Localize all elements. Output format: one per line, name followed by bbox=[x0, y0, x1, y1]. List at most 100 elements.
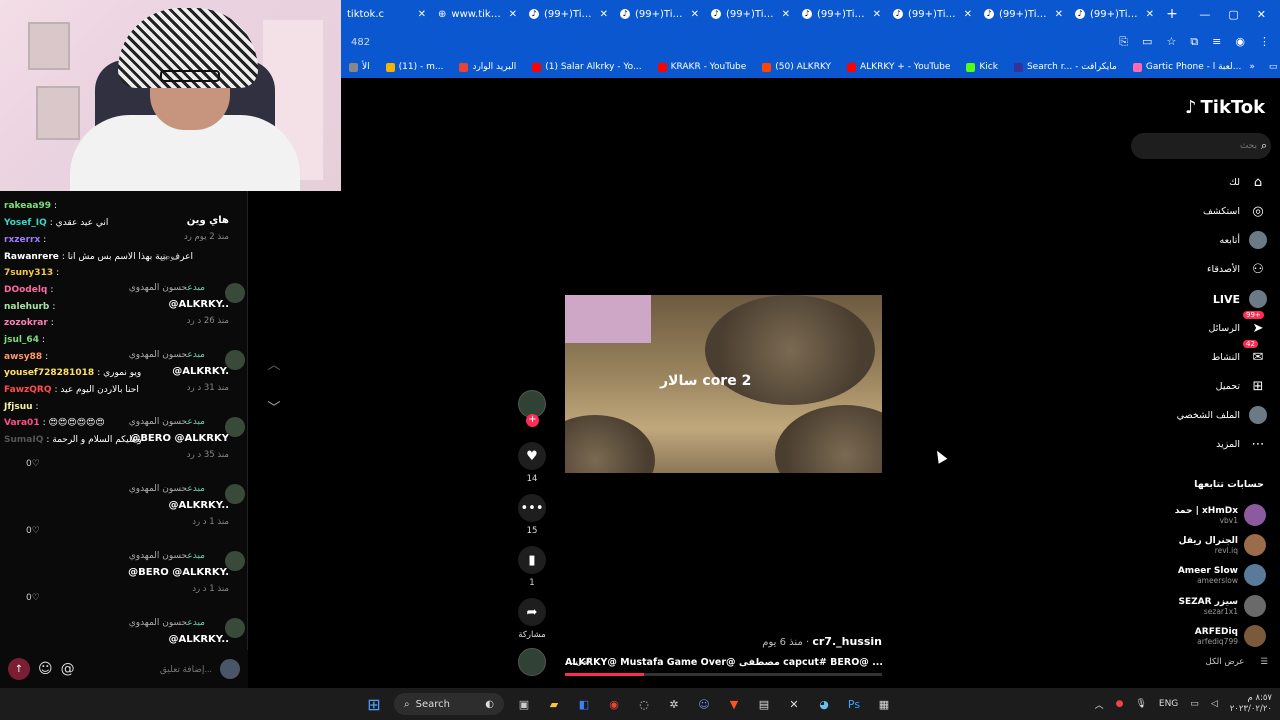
chrome-icon[interactable]: ◉ bbox=[604, 694, 624, 714]
comment-button[interactable]: ••• 15 bbox=[518, 494, 546, 536]
microphone-icon[interactable]: 🎙 bbox=[1135, 699, 1146, 709]
chat-username[interactable]: rxzerrx bbox=[4, 235, 40, 245]
photoshop-icon[interactable]: Ps bbox=[844, 694, 864, 714]
bookmark-item[interactable]: الأ bbox=[341, 62, 378, 72]
sidebar-item[interactable]: أتابعه bbox=[1150, 229, 1268, 251]
comment-likes[interactable]: 0♡ bbox=[26, 459, 40, 469]
comment-avatar[interactable] bbox=[225, 618, 245, 638]
chat-username[interactable]: nalehurb bbox=[4, 302, 49, 312]
comment-author[interactable]: حسون المهدوي bbox=[129, 417, 188, 427]
chat-username[interactable]: Yosef_IQ bbox=[4, 218, 47, 228]
new-tab-button[interactable]: + bbox=[1160, 6, 1184, 22]
brave-icon[interactable]: ▼ bbox=[724, 694, 744, 714]
share-button[interactable]: ➦ مشاركة bbox=[518, 598, 546, 640]
see-all-link[interactable]: عرض الكل ☰ bbox=[1150, 657, 1268, 667]
like-button[interactable]: ♥ 14 bbox=[518, 442, 546, 484]
sidebar-item[interactable]: الملف الشخصي bbox=[1150, 404, 1268, 426]
browser-tab[interactable]: tiktok.c ✕ bbox=[341, 0, 432, 28]
minimize-icon[interactable]: — bbox=[1199, 8, 1210, 21]
browser-tab[interactable]: ♪ (99+)TikTok ✕ bbox=[614, 0, 705, 28]
sidebar-item[interactable]: استكشف ◎ bbox=[1150, 200, 1268, 222]
comment-author[interactable]: حسون المهدوي bbox=[129, 484, 188, 494]
sidebar-item[interactable]: النشاط ✉ 42 bbox=[1150, 340, 1268, 368]
comment-meta[interactable]: منذ 2 يوم رد bbox=[184, 232, 229, 242]
browser-tab[interactable]: ⊕ www.tiktok.c ✕ bbox=[432, 0, 523, 28]
close-window-icon[interactable]: ✕ bbox=[1257, 8, 1266, 21]
translate-icon[interactable]: ⎘ bbox=[1119, 35, 1128, 49]
follow-plus-icon[interactable]: + bbox=[526, 414, 539, 427]
search-box[interactable]: ⌕ bbox=[1131, 133, 1271, 159]
store-icon[interactable]: ◧ bbox=[574, 694, 594, 714]
file-explorer-icon[interactable]: ▰ bbox=[544, 694, 564, 714]
media-icon[interactable]: ≡ bbox=[1212, 35, 1221, 49]
comment-author[interactable]: حسون المهدوي bbox=[129, 551, 188, 561]
bookmark-item[interactable]: (11) - m... bbox=[378, 62, 452, 72]
comment-likes[interactable]: 0♡ bbox=[26, 526, 40, 536]
bookmark-item[interactable]: البريد الوارد bbox=[451, 62, 524, 72]
bookmark-item[interactable]: ALKRKY + - YouTube bbox=[839, 62, 958, 72]
star-icon[interactable]: ☆ bbox=[1166, 35, 1176, 49]
video-player[interactable]: سالار core 2 bbox=[565, 295, 882, 473]
emoji-icon[interactable]: ☺ bbox=[38, 661, 53, 677]
tray-app-icon[interactable]: ● bbox=[1116, 699, 1124, 709]
browser-tab[interactable]: ♪ (99+)TikTok ✕ bbox=[1069, 0, 1160, 28]
notepad-icon[interactable]: ▤ bbox=[754, 694, 774, 714]
close-icon[interactable]: ✕ bbox=[418, 9, 426, 20]
comment-meta[interactable]: منذ 35 د رد bbox=[129, 450, 229, 460]
bookmark-item[interactable]: (1) Salar Alkrky - Yo... bbox=[524, 62, 649, 72]
close-icon[interactable]: ✕ bbox=[1055, 9, 1063, 20]
sidebar-item[interactable]: تحميل ⊞ bbox=[1150, 375, 1268, 397]
following-account[interactable]: SEZAR سيزر sezar1x1 bbox=[1130, 593, 1266, 619]
close-icon[interactable]: ✕ bbox=[782, 9, 790, 20]
search-input[interactable] bbox=[1137, 141, 1257, 151]
next-video-button[interactable]: ﹀ bbox=[262, 394, 286, 418]
comment-author[interactable]: حسون المهدوي bbox=[129, 283, 188, 293]
obs-icon[interactable]: ◌ bbox=[634, 694, 654, 714]
discord-icon[interactable]: ☺ bbox=[694, 694, 714, 714]
all-bookmarks-button[interactable]: ▭ All Bookmarks bbox=[1269, 62, 1280, 72]
creator-avatar-button[interactable]: + bbox=[518, 390, 546, 427]
view-replies-link[interactable]: عرض bbox=[160, 252, 180, 262]
close-icon[interactable]: ✕ bbox=[691, 9, 699, 20]
sidebar-item[interactable]: الأصدقاء ⚇ bbox=[1150, 258, 1268, 280]
chat-username[interactable]: DOodelq bbox=[4, 285, 47, 295]
bookmark-item[interactable]: Search r... - مايكرافت bbox=[1006, 62, 1125, 72]
taskbar-search[interactable]: ⌕ Search ◐ bbox=[394, 693, 504, 715]
comment-avatar[interactable] bbox=[225, 484, 245, 504]
following-account[interactable]: حمد | xHmDx vbv1 bbox=[1130, 502, 1266, 528]
tray-overflow-icon[interactable]: ︿ bbox=[1095, 698, 1104, 711]
close-icon[interactable]: ✕ bbox=[1146, 9, 1154, 20]
chat-username[interactable]: SumaIQ bbox=[4, 435, 43, 445]
close-icon[interactable]: ✕ bbox=[873, 9, 881, 20]
send-comment-button[interactable]: ↑ bbox=[8, 658, 30, 680]
capcut-icon[interactable]: ✕ bbox=[784, 694, 804, 714]
browser-tab[interactable]: ♪ (99+)TikTok ✕ bbox=[978, 0, 1069, 28]
menu-icon[interactable]: ⋮ bbox=[1259, 35, 1270, 49]
browser-tab[interactable]: ♪ (99+)TikTok ✕ bbox=[705, 0, 796, 28]
chat-username[interactable]: rakeaa99 bbox=[4, 201, 51, 211]
address-bar[interactable]: 482 ⎘ ▭ ☆ ⧉ ≡ ◉ ⋮ bbox=[341, 28, 1280, 56]
tiktok-logo[interactable]: ♪ TikTok bbox=[1185, 97, 1265, 118]
following-account[interactable]: ARFEDiq arfediq799 bbox=[1130, 623, 1266, 649]
browser-tab[interactable]: ♪ (99+)TikTok ✕ bbox=[796, 0, 887, 28]
close-icon[interactable]: ✕ bbox=[509, 9, 517, 20]
comment-author[interactable]: حسون المهدوي bbox=[129, 350, 188, 360]
comment-avatar[interactable] bbox=[225, 417, 245, 437]
creator-username[interactable]: cr7._hussin bbox=[812, 635, 882, 648]
sidebar-item[interactable]: لك ⌂ bbox=[1150, 171, 1268, 193]
steam-icon[interactable]: ◕ bbox=[814, 694, 834, 714]
close-icon[interactable]: ✕ bbox=[600, 9, 608, 20]
bookmark-item[interactable]: Gartic Phone - لعبة ا... bbox=[1125, 62, 1249, 72]
chat-username[interactable]: zozokrar bbox=[4, 318, 48, 328]
previous-video-button[interactable]: ︿ bbox=[262, 351, 286, 375]
chat-username[interactable]: awsy88 bbox=[4, 352, 42, 362]
search-icon[interactable]: ⌕ bbox=[1261, 139, 1267, 153]
windows-start-icon[interactable]: ⊞ bbox=[364, 694, 384, 714]
sidebar-item[interactable]: LIVE bbox=[1150, 288, 1268, 310]
save-button[interactable]: ▮ 1 bbox=[518, 546, 546, 588]
comment-input[interactable] bbox=[82, 658, 212, 680]
chat-username[interactable]: 7suny313 bbox=[4, 268, 53, 278]
browser-tab[interactable]: ♪ (99+)TikTok ✕ bbox=[523, 0, 614, 28]
following-account[interactable]: الجنرال ريقل revl.iq bbox=[1130, 532, 1266, 558]
comment-meta[interactable]: منذ 1 د رد bbox=[129, 517, 229, 527]
